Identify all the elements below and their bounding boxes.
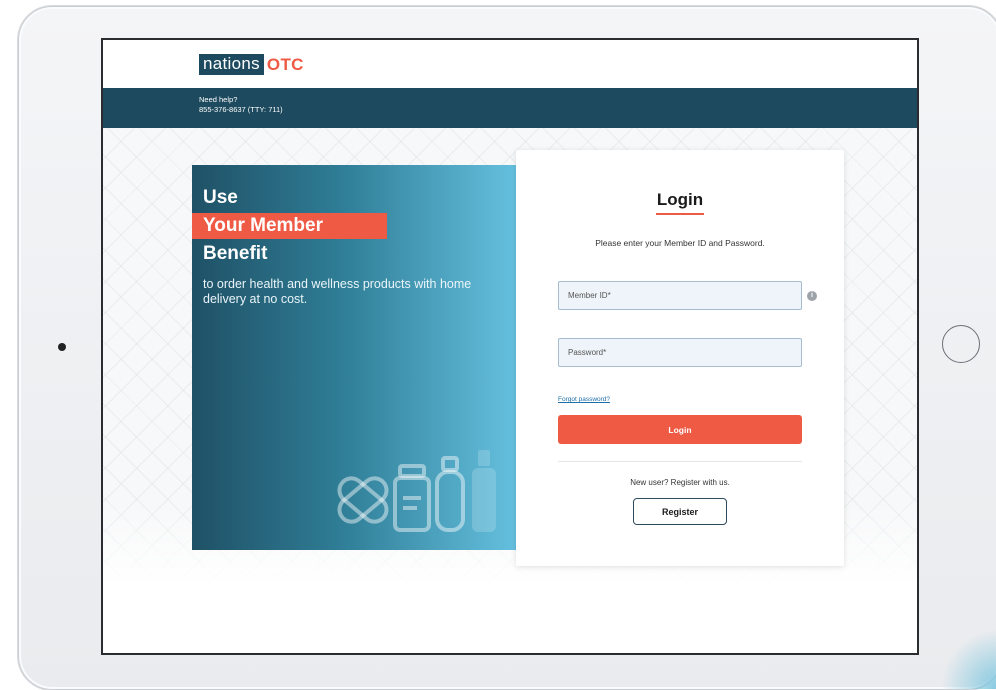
logo-nations-text: nations bbox=[199, 54, 264, 75]
help-phone[interactable]: 855-376-8637 (TTY: 711) bbox=[199, 105, 283, 115]
bandage-icon bbox=[337, 476, 389, 524]
help-label: Need help? bbox=[199, 95, 238, 104]
health-products-art bbox=[337, 450, 496, 532]
promo-heading-line1: Use bbox=[203, 187, 238, 208]
main-content: Use Your Member Benefit to order health … bbox=[103, 128, 917, 653]
promo-banner: Use Your Member Benefit to order health … bbox=[192, 165, 522, 550]
logo-otc-text: OTC bbox=[266, 54, 304, 74]
help-bar: Need help? 855-376-8637 (TTY: 711) bbox=[103, 88, 917, 128]
frame-reflection bbox=[941, 629, 996, 689]
promo-heading-line3: Benefit bbox=[203, 243, 268, 264]
register-button[interactable]: Register bbox=[633, 498, 727, 525]
password-input[interactable] bbox=[558, 338, 802, 367]
login-instructions: Please enter your Member ID and Password… bbox=[595, 238, 765, 248]
top-bar: nations OTC bbox=[103, 40, 917, 88]
spray-bottle-icon bbox=[472, 450, 496, 532]
tablet-screen: nations OTC Need help? 855-376-8637 (TTY… bbox=[101, 38, 919, 655]
info-icon[interactable]: i bbox=[807, 291, 817, 301]
front-camera bbox=[58, 343, 66, 351]
new-user-text: New user? Register with us. bbox=[630, 478, 730, 487]
brand-logo[interactable]: nations OTC bbox=[199, 54, 304, 75]
member-id-input[interactable] bbox=[558, 281, 802, 310]
lotion-bottle-icon bbox=[435, 456, 465, 532]
login-button[interactable]: Login bbox=[558, 415, 802, 444]
pill-bottle-icon bbox=[393, 464, 431, 532]
promo-heading-line2: Your Member bbox=[203, 215, 324, 236]
divider bbox=[558, 461, 802, 462]
promo-subtitle: to order health and wellness products wi… bbox=[203, 277, 472, 306]
forgot-password-link[interactable]: Forgot password? bbox=[558, 396, 610, 403]
title-underline bbox=[656, 213, 704, 215]
home-button[interactable] bbox=[942, 325, 980, 363]
login-card: Login Please enter your Member ID and Pa… bbox=[516, 150, 844, 566]
login-title: Login bbox=[656, 190, 704, 209]
help-info: Need help? 855-376-8637 (TTY: 711) bbox=[199, 95, 283, 115]
